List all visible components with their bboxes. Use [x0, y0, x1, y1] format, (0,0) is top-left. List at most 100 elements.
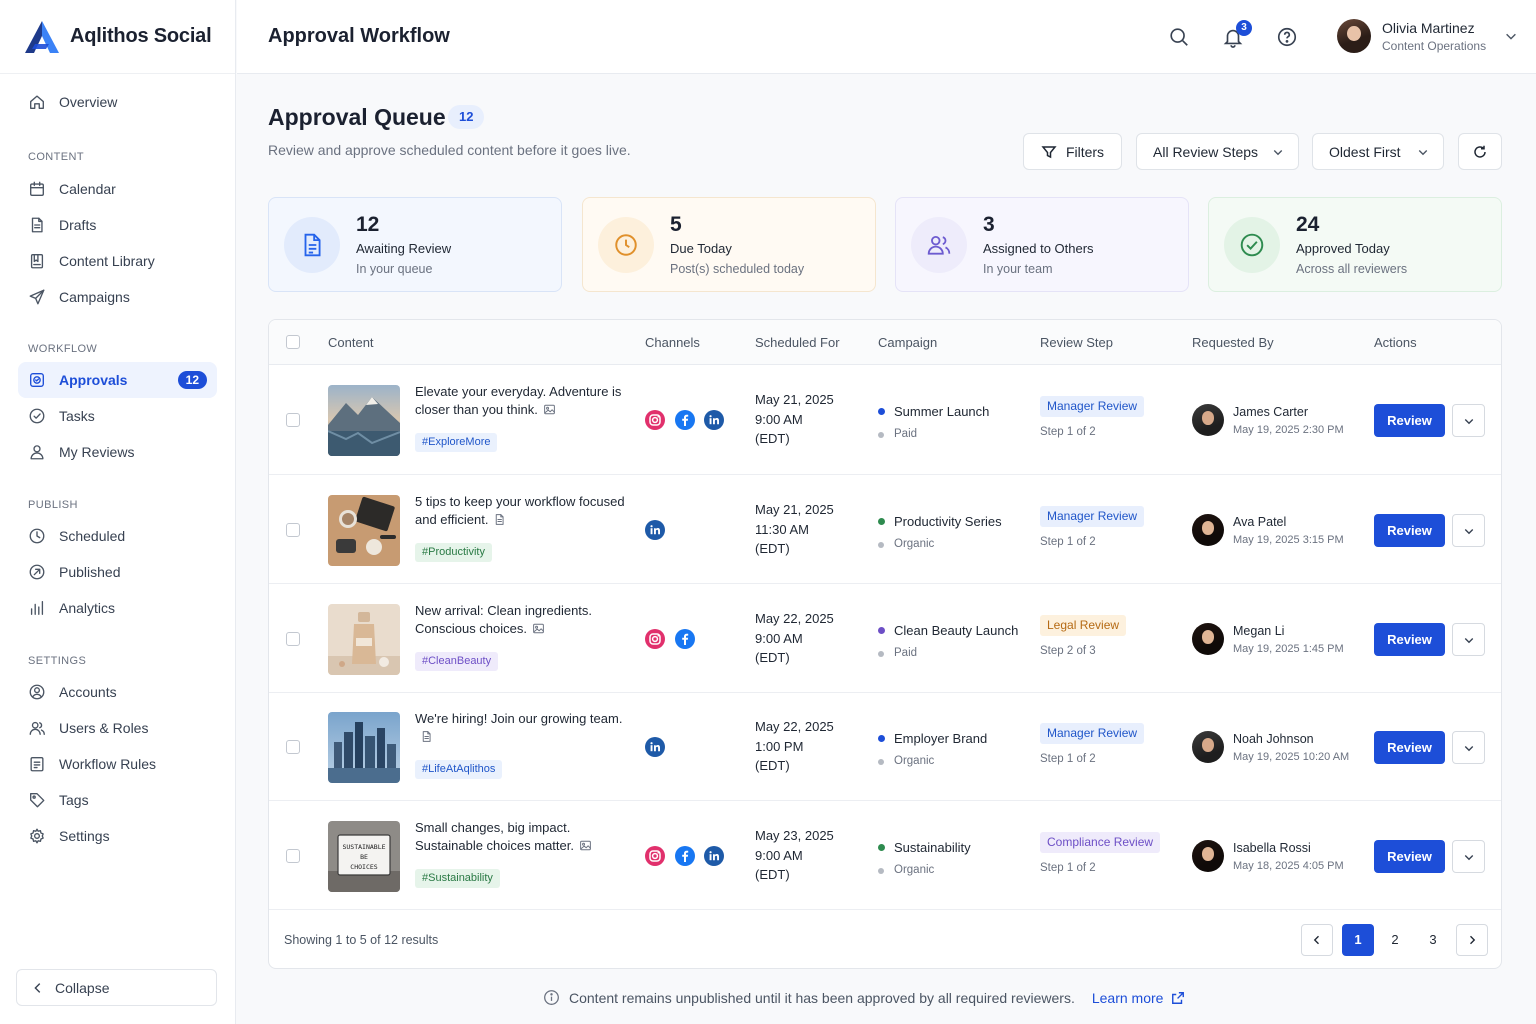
content-thumbnail[interactable]: [328, 604, 400, 675]
campaign-name[interactable]: Summer Launch: [878, 404, 989, 419]
sidebar-item-label: Published: [59, 564, 121, 580]
sidebar-item-settings[interactable]: Settings: [18, 818, 217, 854]
sidebar-item-users-roles[interactable]: Users & Roles: [18, 710, 217, 746]
sidebar-item-approvals[interactable]: Approvals 12: [18, 362, 217, 398]
sidebar-item-tasks[interactable]: Tasks: [18, 398, 217, 434]
sidebar-item-content-library[interactable]: Content Library: [18, 243, 217, 279]
table-header: Content Channels Scheduled For Campaign …: [269, 320, 1501, 365]
select-all-checkbox[interactable]: [286, 335, 300, 349]
stat-assigned-to-others[interactable]: 3 Assigned to Others In your team: [895, 197, 1189, 292]
prev-page-button[interactable]: [1301, 924, 1333, 956]
next-page-button[interactable]: [1456, 924, 1488, 956]
collapse-button[interactable]: Collapse: [16, 969, 217, 1006]
row-actions-dropdown[interactable]: [1452, 840, 1485, 873]
sidebar-item-calendar[interactable]: Calendar: [18, 171, 217, 207]
brand[interactable]: Aqlithos Social: [0, 0, 235, 74]
sidebar-item-campaigns[interactable]: Campaigns: [18, 279, 217, 315]
external-link-icon[interactable]: [1171, 991, 1185, 1005]
review-step-cell: Compliance Review Step 1 of 2: [1040, 832, 1161, 874]
table-row[interactable]: We're hiring! Join our growing team. #Lif…: [269, 693, 1501, 801]
sidebar-item-workflow-rules[interactable]: Workflow Rules: [18, 746, 217, 782]
hashtag-chip[interactable]: #CleanBeauty: [415, 652, 499, 671]
column-header[interactable]: Channels: [645, 335, 700, 350]
sidebar-item-label: Drafts: [59, 217, 97, 233]
scheduled-timezone: (EDT): [755, 650, 790, 665]
stat-due-today[interactable]: 5 Due Today Post(s) scheduled today: [582, 197, 876, 292]
sidebar-item-analytics[interactable]: Analytics: [18, 590, 217, 626]
row-checkbox[interactable]: [286, 849, 300, 863]
stat-sub: Post(s) scheduled today: [670, 262, 805, 276]
stat-approved-today[interactable]: 24 Approved Today Across all reviewers: [1208, 197, 1502, 292]
row-actions-dropdown[interactable]: [1452, 404, 1485, 437]
review-steps-value: All Review Steps: [1153, 143, 1259, 160]
review-button[interactable]: Review: [1374, 623, 1445, 656]
table-row[interactable]: 5 tips to keep your workflow focused and…: [269, 475, 1501, 584]
row-checkbox[interactable]: [286, 632, 300, 646]
sidebar-item-published[interactable]: Published: [18, 554, 217, 590]
column-header[interactable]: Campaign: [878, 335, 937, 350]
sidebar-item-label: Content Library: [59, 253, 155, 269]
content-thumbnail[interactable]: SUSTAINABLE BE CHOICES: [328, 821, 400, 892]
learn-more-link[interactable]: Learn more: [1092, 990, 1164, 1006]
content-thumbnail[interactable]: [328, 495, 400, 566]
page-3-button[interactable]: 3: [1417, 924, 1449, 956]
content-thumbnail[interactable]: [328, 385, 400, 456]
row-actions-dropdown[interactable]: [1452, 623, 1485, 656]
hashtag-chip[interactable]: #Productivity: [415, 543, 492, 562]
hashtag-chip[interactable]: #Sustainability: [415, 869, 500, 888]
content-caption[interactable]: New arrival: Clean ingredients. Consciou…: [415, 602, 630, 638]
sidebar-item-accounts[interactable]: Accounts: [18, 674, 217, 710]
linkedin-icon: [645, 520, 665, 540]
row-checkbox[interactable]: [286, 523, 300, 537]
row-actions-dropdown[interactable]: [1452, 514, 1485, 547]
column-header[interactable]: Scheduled For: [755, 335, 840, 350]
table-row[interactable]: SUSTAINABLE BE CHOICES Small changes, big i…: [269, 801, 1501, 910]
row-checkbox[interactable]: [286, 413, 300, 427]
hashtag-chip[interactable]: #LifeAtAqlithos: [415, 760, 503, 779]
content-caption[interactable]: Small changes, big impact. Sustainable c…: [415, 819, 630, 855]
sidebar-item-drafts[interactable]: Drafts: [18, 207, 217, 243]
campaign-name[interactable]: Sustainability: [878, 840, 971, 855]
content-text: We're hiring! Join our growing team.: [415, 711, 623, 726]
row-checkbox[interactable]: [286, 740, 300, 754]
scheduled-date: May 21, 2025: [755, 392, 834, 407]
sidebar-item-my-reviews[interactable]: My Reviews: [18, 434, 217, 470]
row-actions-dropdown[interactable]: [1452, 731, 1485, 764]
requester-name: Noah Johnson: [1233, 731, 1314, 746]
requested-at: May 19, 2025 10:20 AM: [1233, 750, 1350, 763]
campaign-name[interactable]: Employer Brand: [878, 731, 987, 746]
hashtag-chip[interactable]: #ExploreMore: [415, 433, 498, 452]
table-row[interactable]: New arrival: Clean ingredients. Consciou…: [269, 584, 1501, 693]
content-caption[interactable]: We're hiring! Join our growing team.: [415, 710, 630, 746]
campaign-type: Organic: [878, 864, 971, 876]
refresh-button[interactable]: [1458, 133, 1502, 170]
sort-select[interactable]: Oldest First: [1312, 133, 1444, 170]
column-header[interactable]: Content: [328, 335, 374, 350]
review-button[interactable]: Review: [1374, 840, 1445, 873]
review-button[interactable]: Review: [1374, 404, 1445, 437]
content-thumbnail[interactable]: [328, 712, 400, 783]
review-button[interactable]: Review: [1374, 514, 1445, 547]
search-icon[interactable]: [1168, 26, 1190, 48]
notification-badge: 3: [1236, 20, 1252, 36]
review-step-badge: Manager Review: [1040, 506, 1145, 527]
help-icon[interactable]: [1276, 26, 1298, 48]
sidebar-item-tags[interactable]: Tags: [18, 782, 217, 818]
column-header[interactable]: Review Step: [1040, 335, 1113, 350]
page-2-button[interactable]: 2: [1379, 924, 1411, 956]
filters-button[interactable]: Filters: [1023, 133, 1122, 170]
sidebar-item-overview[interactable]: Overview: [18, 84, 217, 120]
review-button[interactable]: Review: [1374, 731, 1445, 764]
gear-icon: [30, 828, 44, 844]
page-1-button[interactable]: 1: [1342, 924, 1374, 956]
sidebar-item-scheduled[interactable]: Scheduled: [18, 518, 217, 554]
table-row[interactable]: Elevate your everyday. Adventure is clos…: [269, 365, 1501, 475]
campaign-name[interactable]: Clean Beauty Launch: [878, 623, 1018, 638]
content-caption[interactable]: Elevate your everyday. Adventure is clos…: [415, 383, 630, 419]
campaign-name[interactable]: Productivity Series: [878, 514, 1002, 529]
user-menu[interactable]: Olivia Martinez Content Operations: [1337, 19, 1518, 53]
review-steps-select[interactable]: All Review Steps: [1136, 133, 1299, 170]
column-header[interactable]: Requested By: [1192, 335, 1274, 350]
content-caption[interactable]: 5 tips to keep your workflow focused and…: [415, 493, 630, 529]
stat-awaiting-review[interactable]: 12 Awaiting Review In your queue: [268, 197, 562, 292]
